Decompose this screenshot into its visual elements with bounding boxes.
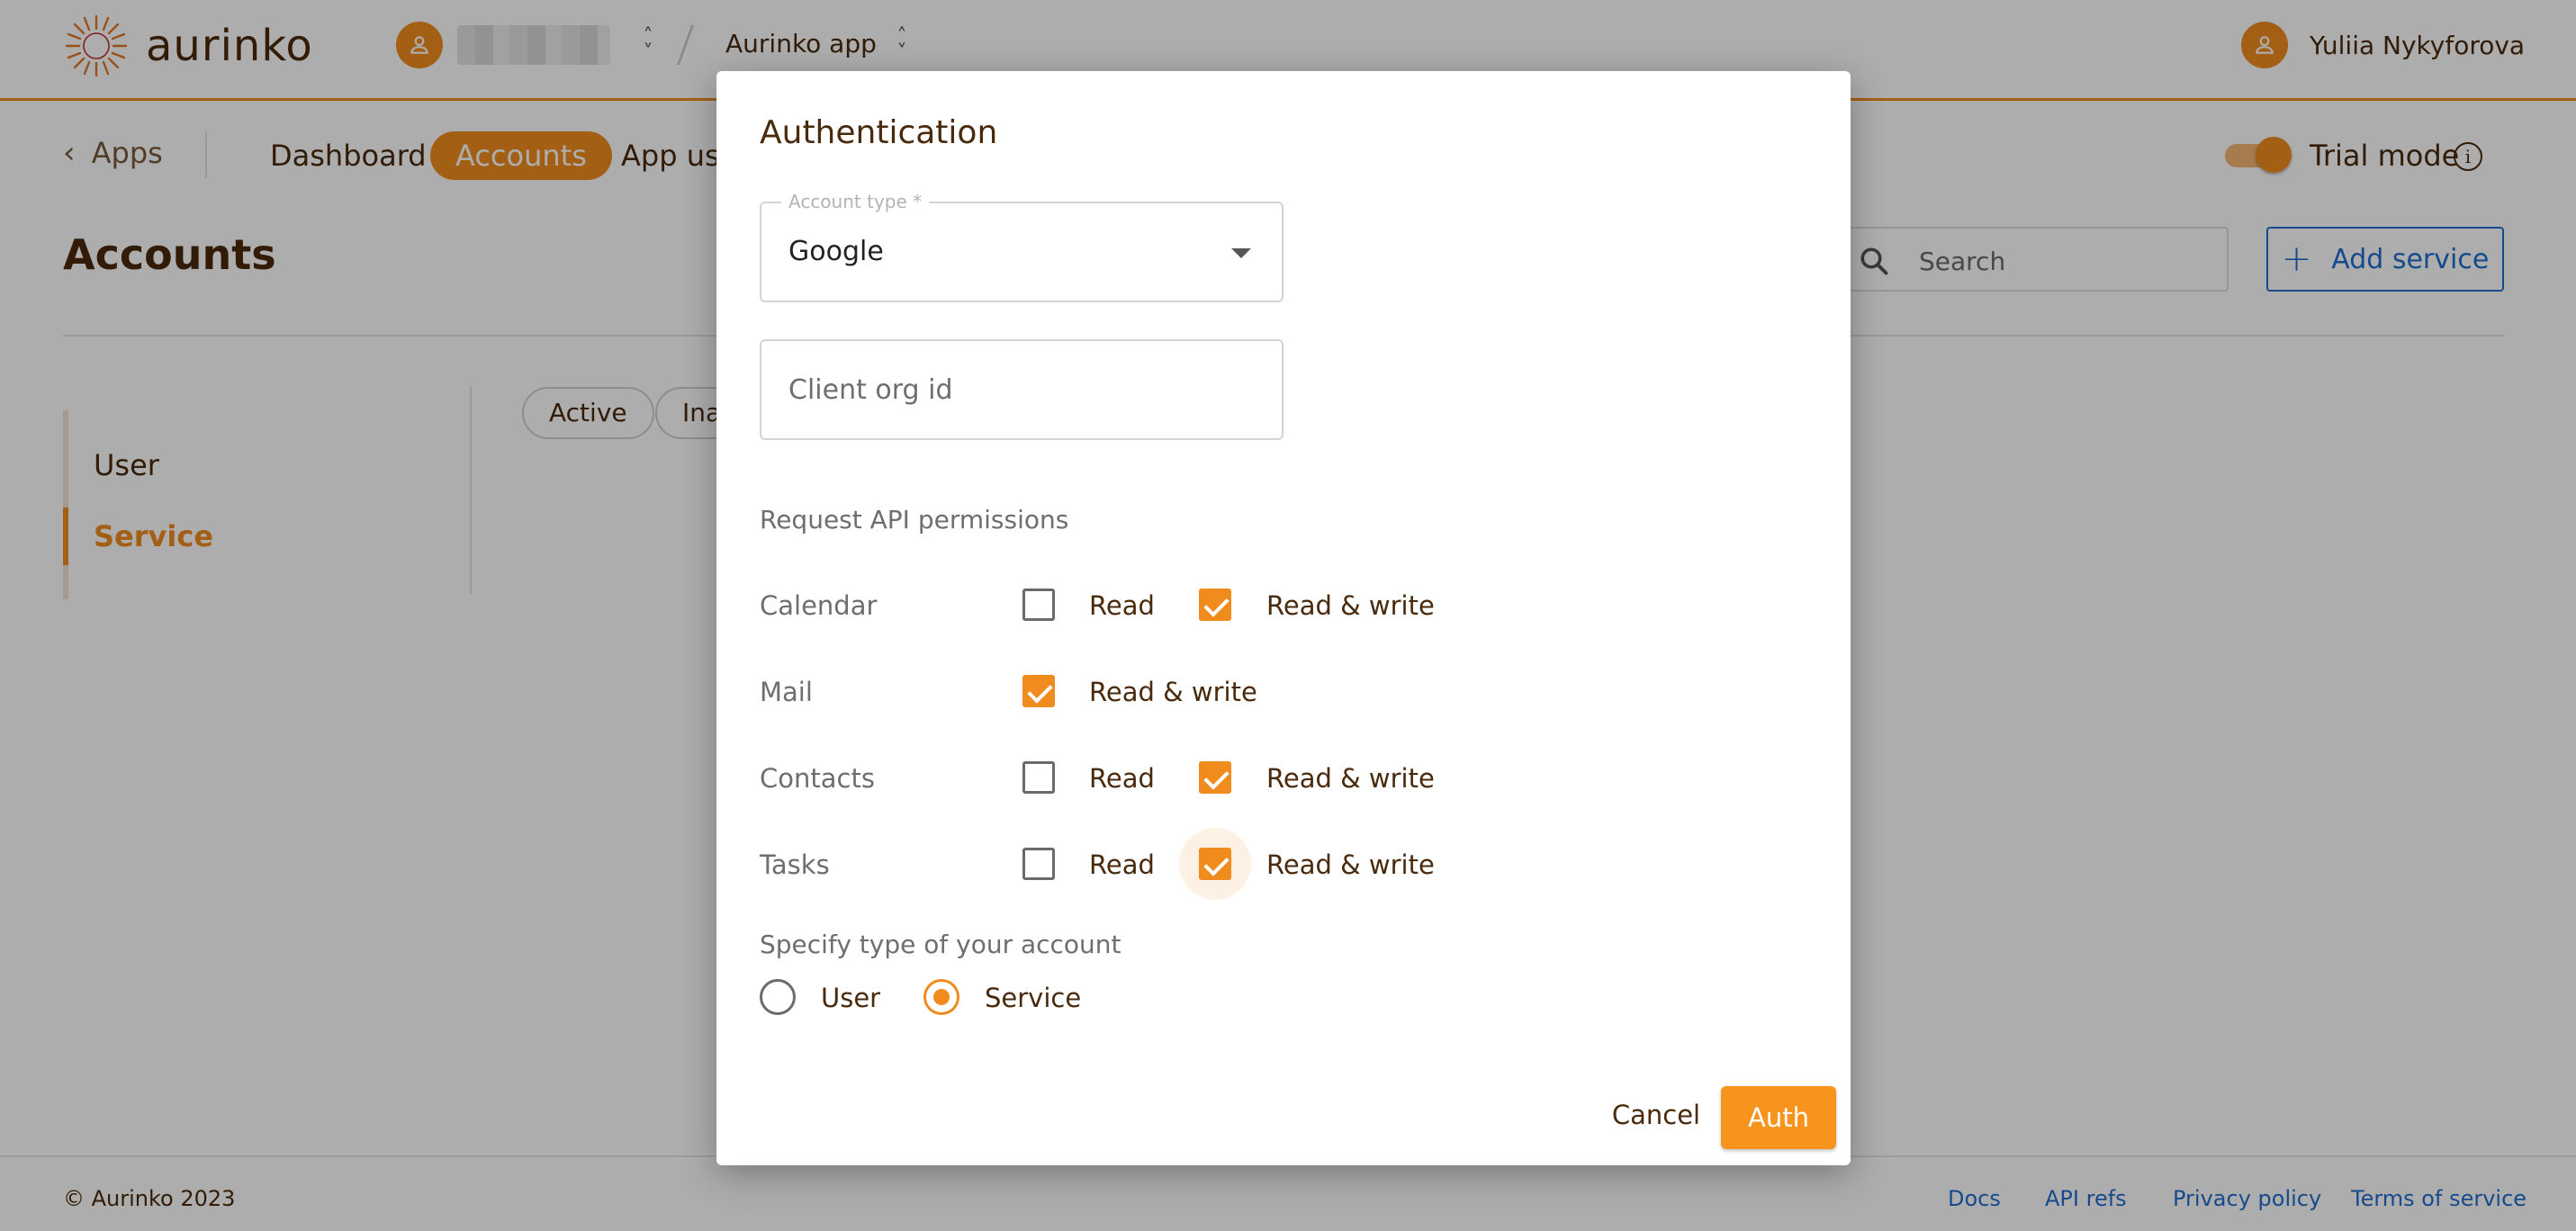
- cancel-button[interactable]: Cancel: [1606, 1091, 1707, 1139]
- calendar-read-checkbox[interactable]: [1022, 589, 1055, 621]
- account-kind-heading: Specify type of your account: [760, 930, 1121, 959]
- client-org-id-field[interactable]: [760, 339, 1283, 440]
- account-type-select[interactable]: Account type * Google: [760, 191, 1283, 302]
- tasks-read-label[interactable]: Read: [1089, 849, 1155, 880]
- dialog-title: Authentication: [760, 114, 998, 151]
- account-kind-service-label[interactable]: Service: [985, 983, 1081, 1013]
- account-kind-user-radio[interactable]: [760, 979, 796, 1015]
- calendar-read-write-label[interactable]: Read & write: [1266, 590, 1435, 621]
- permission-mail-label: Mail: [760, 677, 813, 707]
- mail-read-write-checkbox[interactable]: [1022, 675, 1055, 707]
- permission-tasks-label: Tasks: [760, 849, 830, 880]
- contacts-read-write-checkbox[interactable]: [1199, 761, 1231, 794]
- account-type-label: Account type *: [781, 191, 930, 212]
- tasks-read-write-checkbox[interactable]: [1199, 848, 1231, 880]
- contacts-read-checkbox[interactable]: [1022, 761, 1055, 794]
- authentication-dialog: Authentication Account type * Google Req…: [716, 71, 1851, 1165]
- contacts-read-write-label[interactable]: Read & write: [1266, 763, 1435, 794]
- app-root: aurinko ˄ ˅ Aurinko app ˄ ˅ Yuliia Nykyfor…: [0, 0, 2576, 1231]
- dropdown-arrow-icon: [1231, 248, 1251, 258]
- mail-read-write-label[interactable]: Read & write: [1089, 677, 1257, 707]
- account-type-value: Google: [788, 236, 884, 267]
- account-kind-service-radio[interactable]: [923, 979, 959, 1015]
- auth-button[interactable]: Auth: [1721, 1086, 1836, 1149]
- client-org-id-input[interactable]: [788, 370, 1256, 409]
- permissions-heading: Request API permissions: [760, 505, 1069, 535]
- calendar-read-write-checkbox[interactable]: [1199, 589, 1231, 621]
- tasks-read-write-label[interactable]: Read & write: [1266, 849, 1435, 880]
- permission-calendar-label: Calendar: [760, 590, 878, 621]
- permission-contacts-label: Contacts: [760, 763, 875, 794]
- account-kind-user-label[interactable]: User: [821, 983, 880, 1013]
- contacts-read-label[interactable]: Read: [1089, 763, 1155, 794]
- calendar-read-label[interactable]: Read: [1089, 590, 1155, 621]
- tasks-read-checkbox[interactable]: [1022, 848, 1055, 880]
